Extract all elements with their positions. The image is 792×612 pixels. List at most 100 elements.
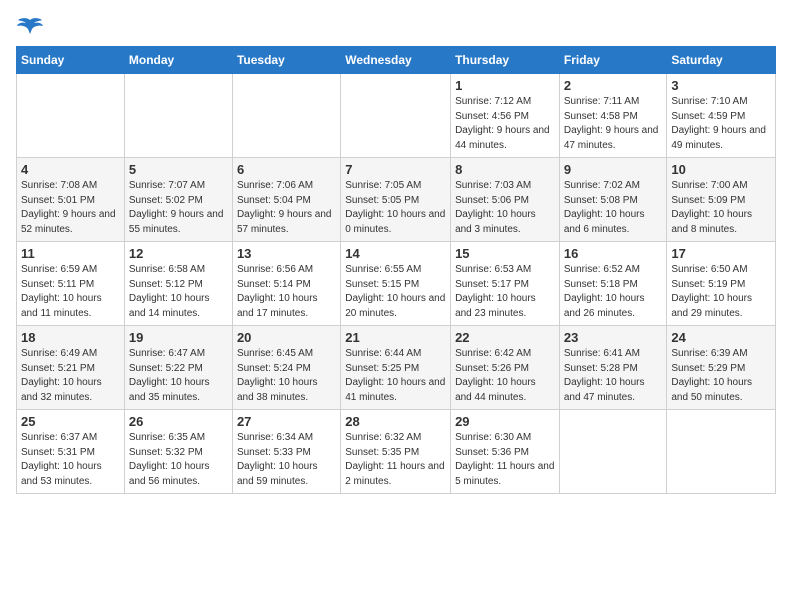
day-detail: Sunrise: 7:11 AMSunset: 4:58 PMDaylight:…	[564, 95, 663, 153]
weekday-header-monday: Monday	[124, 47, 232, 74]
calendar-cell: 6 Sunrise: 7:06 AMSunset: 5:04 PMDaylight…	[232, 158, 340, 242]
day-detail: Sunrise: 6:35 AMSunset: 5:32 PMDaylight:…	[129, 431, 228, 489]
day-detail: Sunrise: 6:50 AMSunset: 5:19 PMDaylight:…	[671, 263, 771, 321]
calendar-cell	[341, 74, 451, 158]
weekday-header-wednesday: Wednesday	[341, 47, 451, 74]
calendar-cell: 28 Sunrise: 6:32 AMSunset: 5:35 PMDayligh…	[341, 410, 451, 494]
day-number: 7	[345, 162, 446, 177]
calendar-table: SundayMondayTuesdayWednesdayThursdayFrid…	[16, 46, 776, 494]
calendar-body: 1 Sunrise: 7:12 AMSunset: 4:56 PMDaylight…	[17, 74, 776, 494]
day-number: 18	[21, 330, 120, 345]
day-detail: Sunrise: 6:45 AMSunset: 5:24 PMDaylight:…	[237, 347, 336, 405]
calendar-cell: 27 Sunrise: 6:34 AMSunset: 5:33 PMDayligh…	[232, 410, 340, 494]
day-detail: Sunrise: 6:47 AMSunset: 5:22 PMDaylight:…	[129, 347, 228, 405]
calendar-cell: 14Sunrise: 6:55 AMSunset: 5:15 PMDayligh…	[341, 242, 451, 326]
calendar-cell	[124, 74, 232, 158]
calendar-cell: 19 Sunrise: 6:47 AMSunset: 5:22 PMDayligh…	[124, 326, 232, 410]
calendar-week-row: 25Sunrise: 6:37 AMSunset: 5:31 PMDayligh…	[17, 410, 776, 494]
day-number: 20	[237, 330, 336, 345]
day-detail: Sunrise: 6:34 AMSunset: 5:33 PMDaylight:…	[237, 431, 336, 489]
day-number: 10	[671, 162, 771, 177]
day-number: 17	[671, 246, 771, 261]
day-detail: Sunrise: 7:06 AMSunset: 5:04 PMDaylight:…	[237, 179, 336, 237]
day-number: 15	[455, 246, 555, 261]
calendar-cell: 13Sunrise: 6:56 AMSunset: 5:14 PMDayligh…	[232, 242, 340, 326]
day-number: 23	[564, 330, 663, 345]
day-number: 26	[129, 414, 228, 429]
calendar-cell: 16 Sunrise: 6:52 AMSunset: 5:18 PMDayligh…	[559, 242, 667, 326]
calendar-cell: 8 Sunrise: 7:03 AMSunset: 5:06 PMDaylight…	[451, 158, 560, 242]
day-detail: Sunrise: 6:39 AMSunset: 5:29 PMDaylight:…	[671, 347, 771, 405]
calendar-week-row: 1 Sunrise: 7:12 AMSunset: 4:56 PMDaylight…	[17, 74, 776, 158]
day-number: 14	[345, 246, 446, 261]
calendar-cell	[559, 410, 667, 494]
calendar-cell: 4 Sunrise: 7:08 AMSunset: 5:01 PMDaylight…	[17, 158, 125, 242]
calendar-cell	[17, 74, 125, 158]
day-number: 19	[129, 330, 228, 345]
calendar-cell: 22 Sunrise: 6:42 AMSunset: 5:26 PMDayligh…	[451, 326, 560, 410]
day-detail: Sunrise: 7:05 AMSunset: 5:05 PMDaylight:…	[345, 179, 446, 237]
day-detail: Sunrise: 6:42 AMSunset: 5:26 PMDaylight:…	[455, 347, 555, 405]
page-header	[16, 16, 776, 38]
day-number: 24	[671, 330, 771, 345]
day-detail: Sunrise: 6:41 AMSunset: 5:28 PMDaylight:…	[564, 347, 663, 405]
calendar-cell: 21Sunrise: 6:44 AMSunset: 5:25 PMDayligh…	[341, 326, 451, 410]
calendar-cell: 23 Sunrise: 6:41 AMSunset: 5:28 PMDayligh…	[559, 326, 667, 410]
calendar-cell: 12 Sunrise: 6:58 AMSunset: 5:12 PMDayligh…	[124, 242, 232, 326]
calendar-cell: 11Sunrise: 6:59 AMSunset: 5:11 PMDayligh…	[17, 242, 125, 326]
day-number: 16	[564, 246, 663, 261]
day-number: 28	[345, 414, 446, 429]
day-number: 6	[237, 162, 336, 177]
day-detail: Sunrise: 7:08 AMSunset: 5:01 PMDaylight:…	[21, 179, 120, 237]
weekday-header-friday: Friday	[559, 47, 667, 74]
day-detail: Sunrise: 6:58 AMSunset: 5:12 PMDaylight:…	[129, 263, 228, 321]
calendar-cell: 1 Sunrise: 7:12 AMSunset: 4:56 PMDaylight…	[451, 74, 560, 158]
day-detail: Sunrise: 7:00 AMSunset: 5:09 PMDaylight:…	[671, 179, 771, 237]
calendar-cell: 25Sunrise: 6:37 AMSunset: 5:31 PMDayligh…	[17, 410, 125, 494]
calendar-cell: 5Sunrise: 7:07 AMSunset: 5:02 PMDaylight…	[124, 158, 232, 242]
calendar-cell: 18 Sunrise: 6:49 AMSunset: 5:21 PMDayligh…	[17, 326, 125, 410]
day-detail: Sunrise: 7:12 AMSunset: 4:56 PMDaylight:…	[455, 95, 555, 153]
calendar-cell: 7 Sunrise: 7:05 AMSunset: 5:05 PMDaylight…	[341, 158, 451, 242]
calendar-cell: 3 Sunrise: 7:10 AMSunset: 4:59 PMDaylight…	[667, 74, 776, 158]
day-number: 2	[564, 78, 663, 93]
day-number: 1	[455, 78, 555, 93]
day-detail: Sunrise: 6:56 AMSunset: 5:14 PMDaylight:…	[237, 263, 336, 321]
day-detail: Sunrise: 7:10 AMSunset: 4:59 PMDaylight:…	[671, 95, 771, 153]
calendar-cell: 24 Sunrise: 6:39 AMSunset: 5:29 PMDayligh…	[667, 326, 776, 410]
weekday-header-tuesday: Tuesday	[232, 47, 340, 74]
day-number: 22	[455, 330, 555, 345]
day-detail: Sunrise: 6:37 AMSunset: 5:31 PMDaylight:…	[21, 431, 120, 489]
day-number: 8	[455, 162, 555, 177]
day-number: 4	[21, 162, 120, 177]
day-detail: Sunrise: 6:32 AMSunset: 5:35 PMDaylight:…	[345, 431, 446, 489]
weekday-header-saturday: Saturday	[667, 47, 776, 74]
day-number: 29	[455, 414, 555, 429]
day-number: 12	[129, 246, 228, 261]
weekday-header-sunday: Sunday	[17, 47, 125, 74]
calendar-cell: 17 Sunrise: 6:50 AMSunset: 5:19 PMDayligh…	[667, 242, 776, 326]
day-number: 21	[345, 330, 446, 345]
day-detail: Sunrise: 6:49 AMSunset: 5:21 PMDaylight:…	[21, 347, 120, 405]
day-detail: Sunrise: 7:03 AMSunset: 5:06 PMDaylight:…	[455, 179, 555, 237]
calendar-header: SundayMondayTuesdayWednesdayThursdayFrid…	[17, 47, 776, 74]
calendar-cell	[232, 74, 340, 158]
day-number: 27	[237, 414, 336, 429]
logo	[16, 16, 46, 38]
logo-bird-icon	[16, 16, 44, 38]
calendar-week-row: 18 Sunrise: 6:49 AMSunset: 5:21 PMDayligh…	[17, 326, 776, 410]
calendar-cell: 20 Sunrise: 6:45 AMSunset: 5:24 PMDayligh…	[232, 326, 340, 410]
weekday-header-row: SundayMondayTuesdayWednesdayThursdayFrid…	[17, 47, 776, 74]
calendar-week-row: 11Sunrise: 6:59 AMSunset: 5:11 PMDayligh…	[17, 242, 776, 326]
calendar-cell: 10 Sunrise: 7:00 AMSunset: 5:09 PMDayligh…	[667, 158, 776, 242]
calendar-cell: 9 Sunrise: 7:02 AMSunset: 5:08 PMDaylight…	[559, 158, 667, 242]
day-detail: Sunrise: 7:07 AMSunset: 5:02 PMDaylight:…	[129, 179, 228, 237]
day-detail: Sunrise: 6:52 AMSunset: 5:18 PMDaylight:…	[564, 263, 663, 321]
day-number: 3	[671, 78, 771, 93]
day-detail: Sunrise: 6:53 AMSunset: 5:17 PMDaylight:…	[455, 263, 555, 321]
day-detail: Sunrise: 7:02 AMSunset: 5:08 PMDaylight:…	[564, 179, 663, 237]
day-number: 11	[21, 246, 120, 261]
calendar-cell: 2 Sunrise: 7:11 AMSunset: 4:58 PMDaylight…	[559, 74, 667, 158]
calendar-cell: 15 Sunrise: 6:53 AMSunset: 5:17 PMDayligh…	[451, 242, 560, 326]
day-number: 9	[564, 162, 663, 177]
